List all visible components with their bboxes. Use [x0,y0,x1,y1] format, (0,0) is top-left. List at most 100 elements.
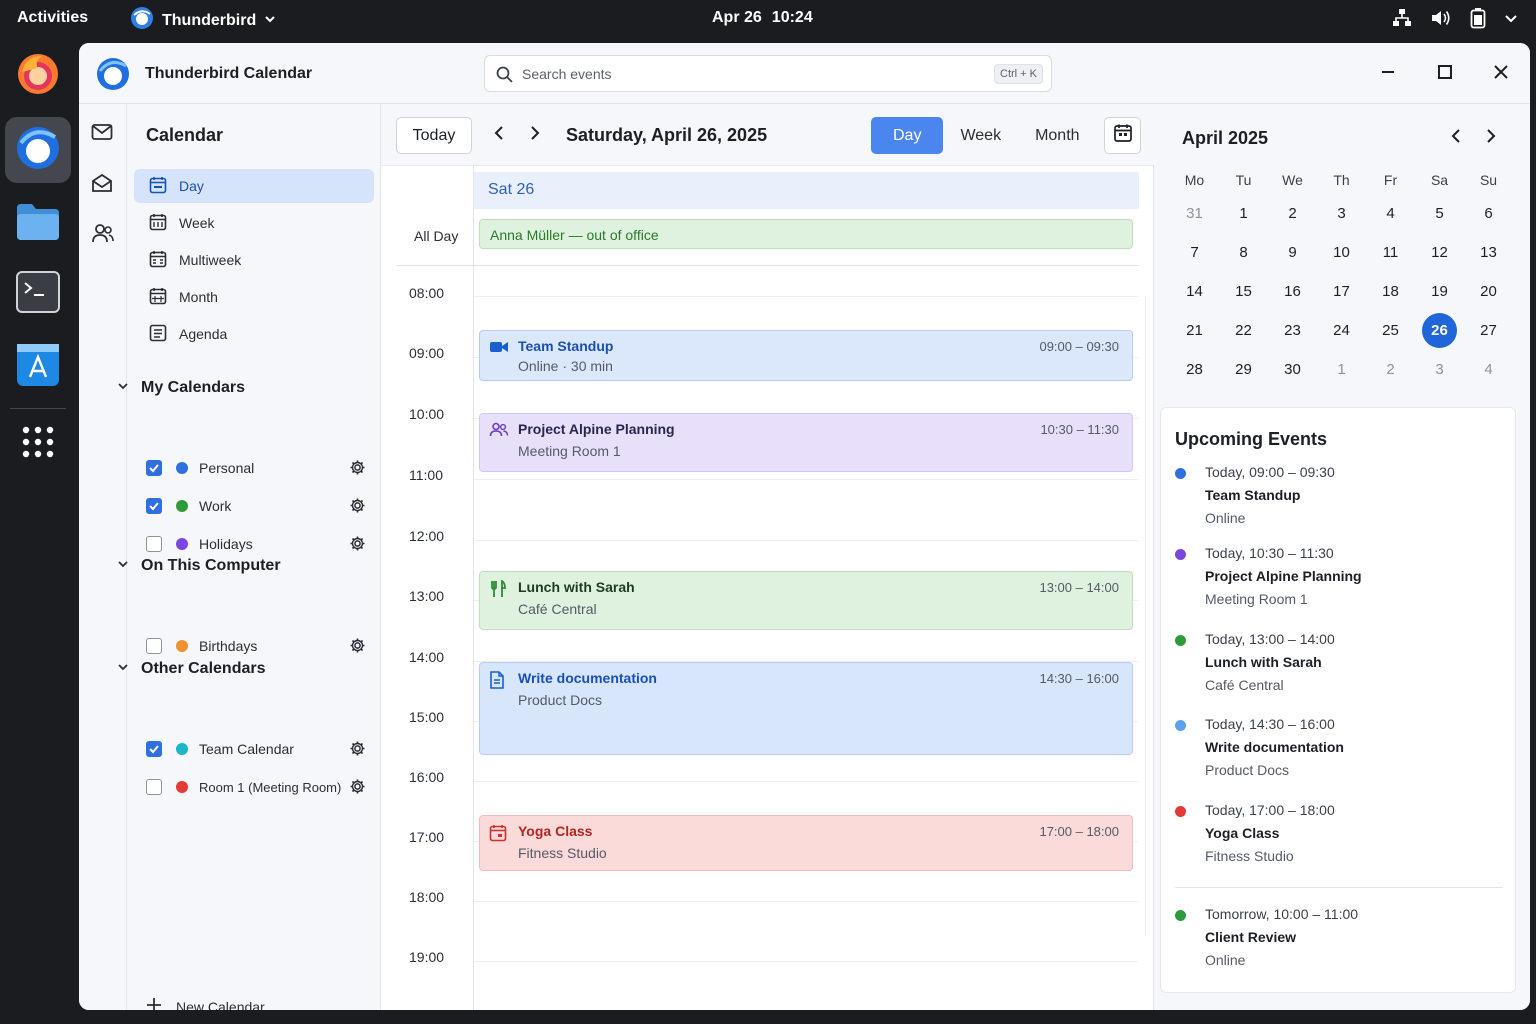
gear-icon[interactable] [349,637,366,657]
event-lunch-with-sarah[interactable]: Lunch with Sarah Café Central 13:00 – 14… [479,571,1133,630]
files-launcher[interactable] [5,191,71,257]
close-button[interactable] [1489,62,1513,86]
upcoming-item[interactable]: Tomorrow, 10:00 – 11:00 Client Review On… [1175,906,1505,969]
day-grid[interactable]: Sat 26 All Day Anna Müller — out of offi… [381,166,1154,1010]
day-cell[interactable]: 3 [1415,361,1464,378]
day-cell[interactable]: 4 [1366,205,1415,222]
day-cell-today[interactable]: 26 [1415,313,1464,348]
day-cell[interactable]: 12 [1415,244,1464,261]
calendar-checkbox[interactable] [146,536,162,552]
calendar-checkbox[interactable] [146,460,162,476]
day-column-header[interactable]: Sat 26 [474,172,1139,209]
day-cell[interactable]: 27 [1464,322,1513,339]
upcoming-item[interactable]: Today, 17:00 – 18:00 Yoga Class Fitness … [1175,802,1505,865]
day-cell[interactable]: 24 [1317,322,1366,339]
day-cell[interactable]: 19 [1415,283,1464,300]
calendar-item-holidays[interactable]: Holidays [146,532,366,556]
section-my-calendars[interactable]: My Calendars [117,379,245,397]
day-cell[interactable]: 2 [1268,205,1317,222]
day-cell[interactable]: 4 [1464,361,1513,378]
day-cell[interactable]: 1 [1317,361,1366,378]
day-cell[interactable]: 25 [1366,322,1415,339]
section-other-calendars[interactable]: Other Calendars [117,660,265,678]
day-cell[interactable]: 20 [1464,283,1513,300]
thunderbird-launcher[interactable] [5,117,71,183]
day-cell[interactable]: 10 [1317,244,1366,261]
day-cell[interactable]: 18 [1366,283,1415,300]
previous-month-button[interactable] [1446,128,1466,148]
view-item-day[interactable]: Day [134,169,374,203]
gear-icon[interactable] [349,740,366,760]
day-cell[interactable]: 22 [1219,322,1268,339]
next-day-button[interactable] [525,125,545,145]
today-button[interactable]: Today [396,117,472,154]
maximize-button[interactable] [1433,62,1457,86]
day-cell[interactable]: 30 [1268,361,1317,378]
calendar-checkbox[interactable] [146,779,162,795]
app-menu[interactable]: Thunderbird [130,6,276,35]
calendar-checkbox[interactable] [146,741,162,757]
go-to-date-button[interactable] [1104,117,1141,154]
calendar-item-room-1[interactable]: Room 1 (Meeting Room) [146,775,366,799]
minimize-button[interactable] [1376,62,1400,86]
day-cell[interactable]: 29 [1219,361,1268,378]
calendar-item-work[interactable]: Work [146,494,366,518]
day-cell[interactable]: 31 [1170,205,1219,222]
next-month-button[interactable] [1481,128,1501,148]
view-week-button[interactable]: Week [943,117,1018,154]
day-cell[interactable]: 11 [1366,244,1415,261]
battery-icon[interactable] [1470,7,1486,34]
calendar-item-team-calendar[interactable]: Team Calendar [146,737,366,761]
view-month-button[interactable]: Month [1018,117,1096,154]
view-item-week[interactable]: Week [134,206,374,240]
inbox-space-button[interactable] [91,172,115,196]
calendar-checkbox[interactable] [146,498,162,514]
chevron-down-icon[interactable] [1504,11,1518,30]
system-tray[interactable] [1392,7,1518,34]
view-item-multiweek[interactable]: Multiweek [134,243,374,277]
view-item-month[interactable]: Month [134,280,374,314]
calendar-item-birthdays[interactable]: Birthdays [146,634,366,658]
clock[interactable]: Apr 26 10:24 [712,9,813,27]
view-day-button[interactable]: Day [871,117,944,154]
day-cell[interactable]: 2 [1366,361,1415,378]
day-cell[interactable]: 7 [1170,244,1219,261]
day-cell[interactable]: 13 [1464,244,1513,261]
show-apps-button[interactable] [5,411,71,477]
day-cell[interactable]: 1 [1219,205,1268,222]
all-day-event[interactable]: Anna Müller — out of office [479,219,1133,249]
day-cell[interactable]: 21 [1170,322,1219,339]
day-cell[interactable]: 14 [1170,283,1219,300]
terminal-launcher[interactable] [5,261,71,327]
view-item-agenda[interactable]: Agenda [134,317,374,351]
event-team-standup[interactable]: Team Standup Online · 30 min 09:00 – 09:… [479,330,1133,381]
activities-button[interactable]: Activities [17,9,88,27]
section-on-this-computer[interactable]: On This Computer [117,557,281,575]
event-write-documentation[interactable]: Write documentation Product Docs 14:30 –… [479,662,1133,755]
gear-icon[interactable] [349,497,366,517]
previous-day-button[interactable] [489,125,509,145]
upcoming-item[interactable]: Today, 09:00 – 09:30 Team Standup Online [1175,464,1505,527]
mail-space-button[interactable] [91,122,115,146]
app-store-launcher[interactable] [5,334,71,400]
day-cell[interactable]: 5 [1415,205,1464,222]
day-cell[interactable]: 6 [1464,205,1513,222]
day-cell[interactable]: 15 [1219,283,1268,300]
network-icon[interactable] [1392,8,1412,33]
volume-icon[interactable] [1430,8,1452,33]
day-cell[interactable]: 23 [1268,322,1317,339]
new-calendar-button[interactable]: New Calendar [146,997,265,1010]
gear-icon[interactable] [349,459,366,479]
upcoming-item[interactable]: Today, 13:00 – 14:00 Lunch with Sarah Ca… [1175,631,1505,694]
day-cell[interactable]: 16 [1268,283,1317,300]
calendar-item-personal[interactable]: Personal [146,456,366,480]
day-cell[interactable]: 28 [1170,361,1219,378]
upcoming-item[interactable]: Today, 10:30 – 11:30 Project Alpine Plan… [1175,545,1505,608]
search-input[interactable]: Search events Ctrl + K [484,55,1052,92]
event-yoga-class[interactable]: Yoga Class Fitness Studio 17:00 – 18:00 [479,815,1133,871]
day-cell[interactable]: 8 [1219,244,1268,261]
gear-icon[interactable] [349,535,366,555]
day-cell[interactable]: 17 [1317,283,1366,300]
scrollbar-track[interactable] [1145,296,1146,936]
event-project-alpine-planning[interactable]: Project Alpine Planning Meeting Room 1 1… [479,413,1133,472]
